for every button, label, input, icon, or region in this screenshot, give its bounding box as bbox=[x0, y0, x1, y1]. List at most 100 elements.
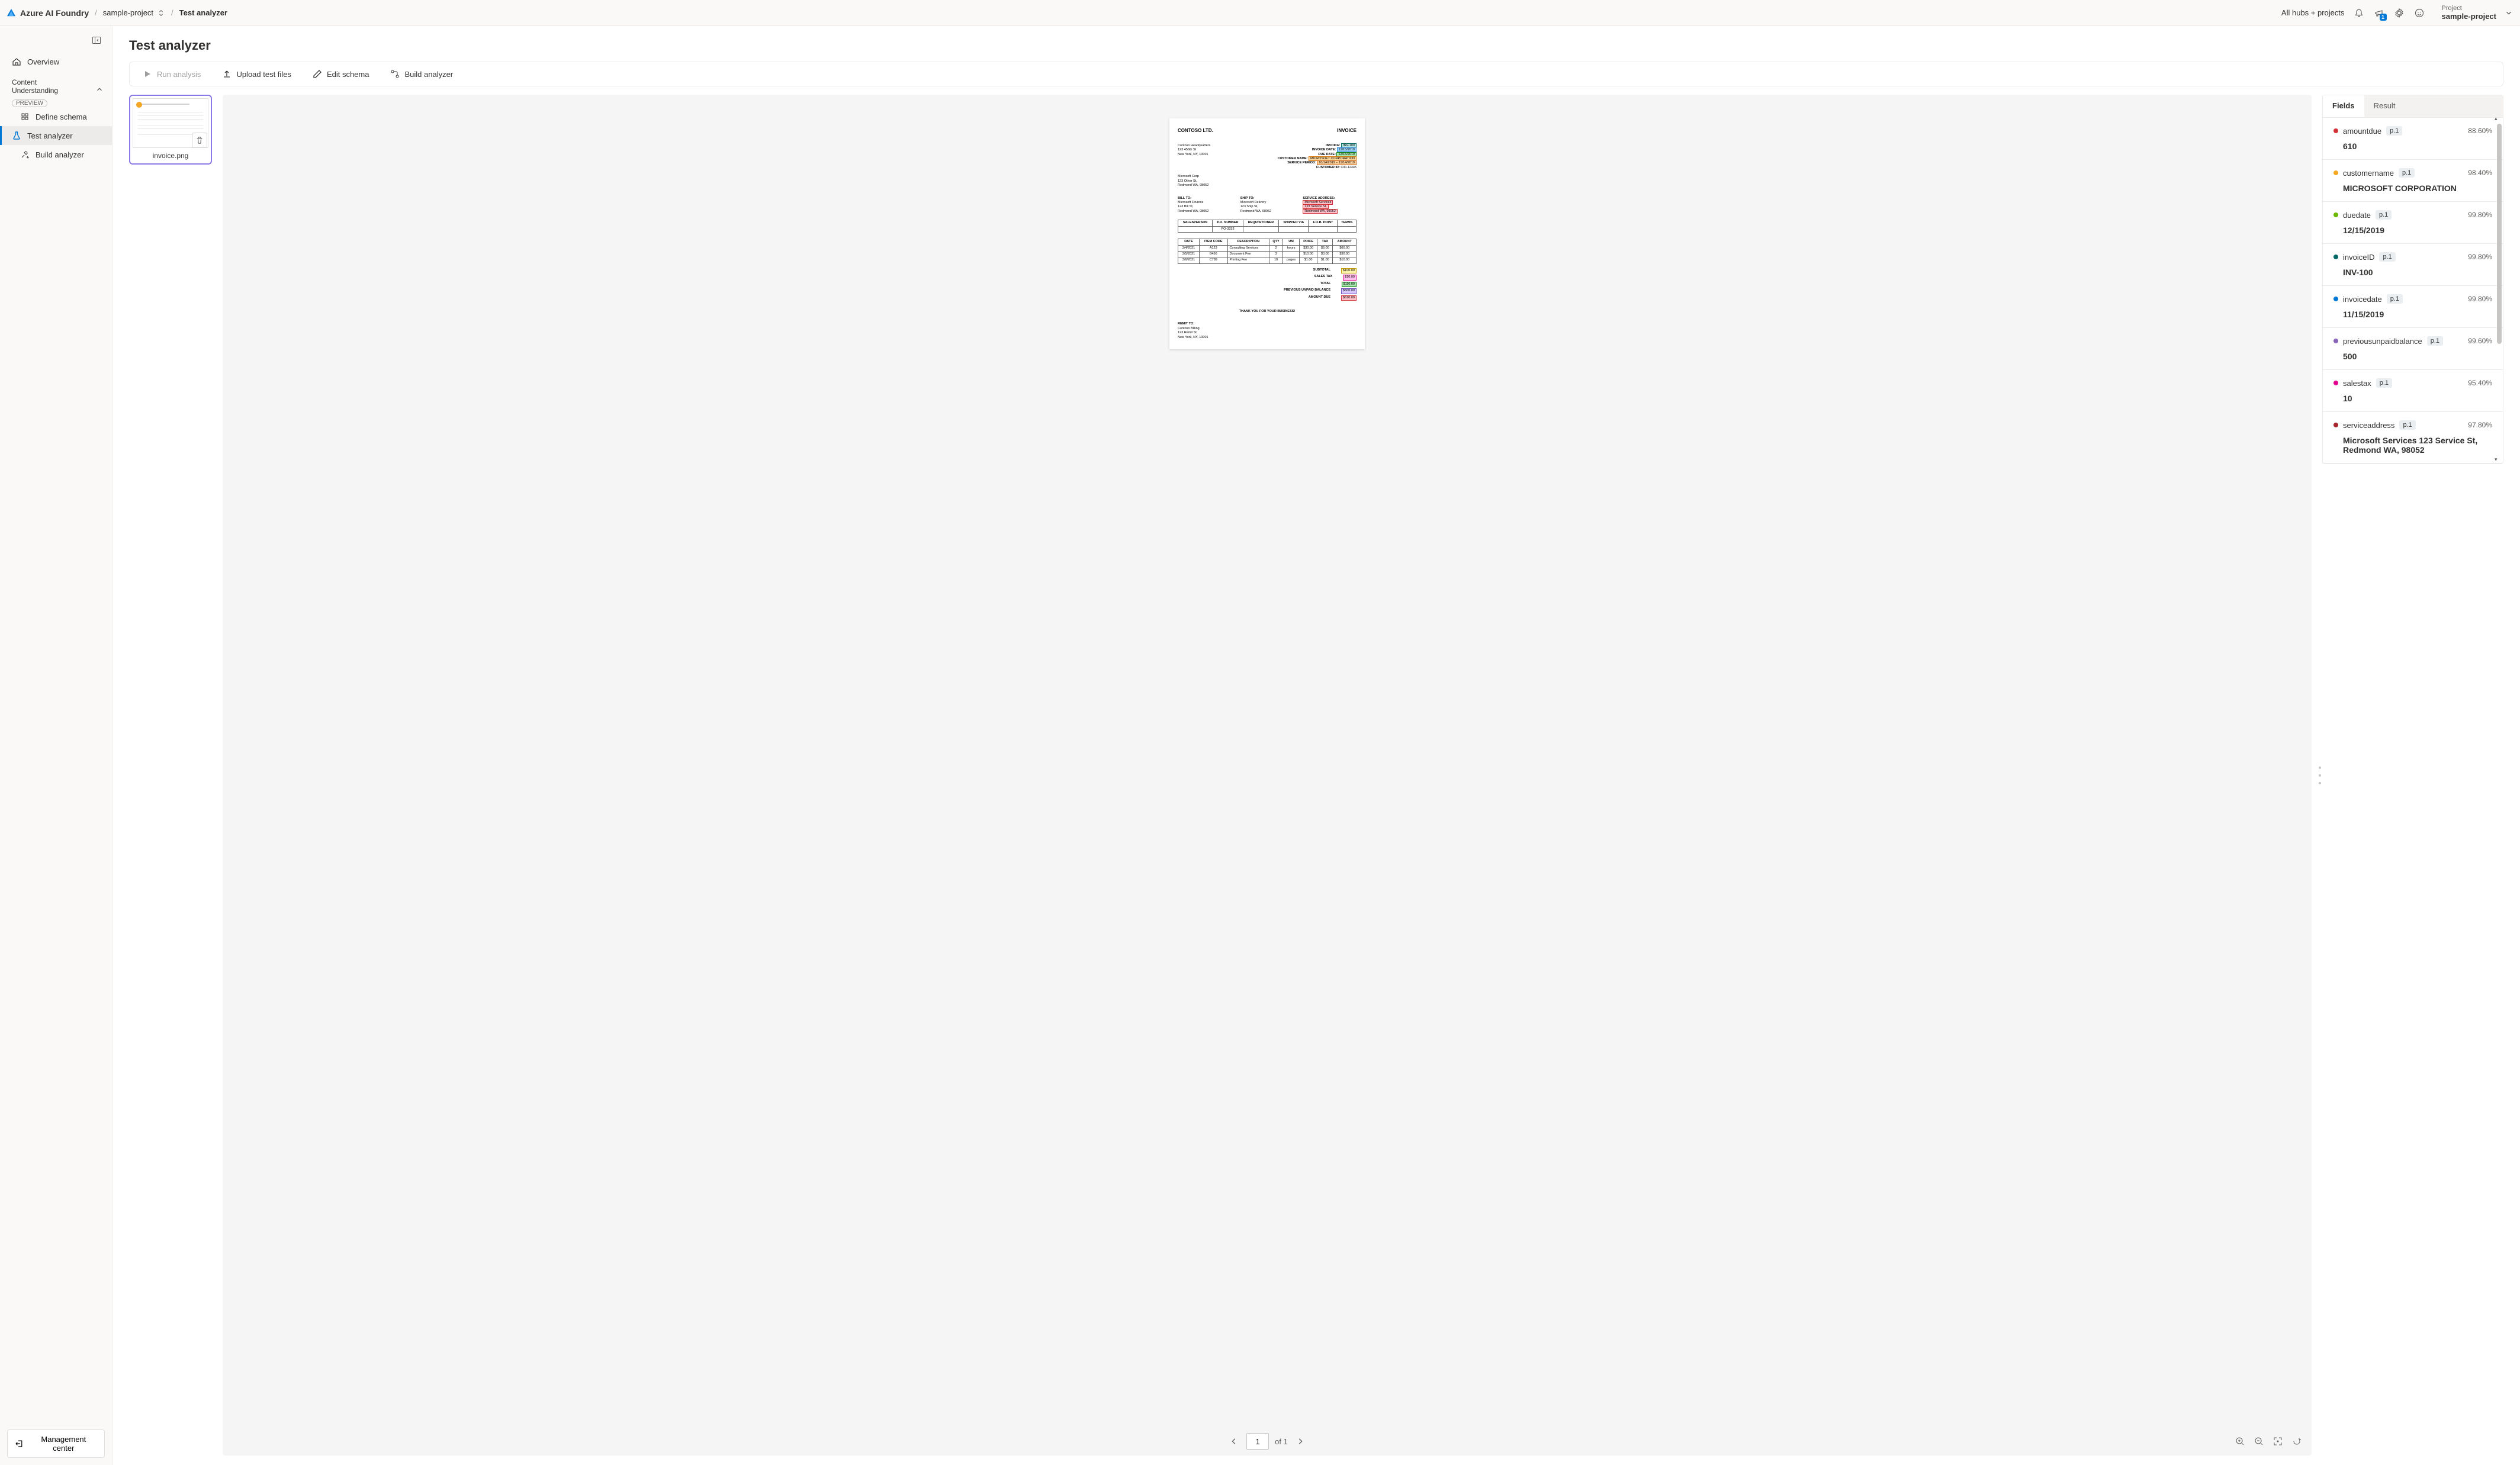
tab-result[interactable]: Result bbox=[2364, 95, 2405, 117]
sidebar-item-define-schema[interactable]: Define schema bbox=[0, 107, 112, 126]
azure-foundry-icon bbox=[7, 9, 15, 17]
scroll-down-arrow[interactable]: ▾ bbox=[2495, 456, 2500, 462]
brand[interactable]: Azure AI Foundry bbox=[7, 8, 89, 18]
field-name: amountdue bbox=[2343, 127, 2381, 136]
field-item[interactable]: serviceaddress p.1 97.80% Microsoft Serv… bbox=[2323, 412, 2503, 463]
field-confidence: 98.40% bbox=[2468, 169, 2492, 177]
field-confidence: 88.60% bbox=[2468, 127, 2492, 135]
schema-icon bbox=[20, 112, 30, 121]
document-canvas[interactable]: CONTOSO LTD. INVOICE Contoso Headquarter… bbox=[223, 95, 2312, 1427]
thumbnail-list: invoice.png bbox=[129, 95, 212, 1456]
field-confidence: 99.60% bbox=[2468, 337, 2492, 345]
brand-label: Azure AI Foundry bbox=[20, 8, 89, 18]
announcements-button[interactable]: 1 bbox=[2373, 7, 2385, 19]
field-name: salestax bbox=[2343, 379, 2371, 388]
field-list[interactable]: amountdue p.1 88.60% 610 customername p.… bbox=[2323, 118, 2503, 463]
tab-fields[interactable]: Fields bbox=[2323, 95, 2364, 117]
field-page-badge: p.1 bbox=[2399, 168, 2415, 178]
field-item[interactable]: duedate p.1 99.80% 12/15/2019 bbox=[2323, 202, 2503, 244]
chevron-right-icon bbox=[1296, 1437, 1304, 1445]
field-value: 12/15/2019 bbox=[2343, 226, 2492, 235]
field-value: 500 bbox=[2343, 352, 2492, 361]
fit-button[interactable] bbox=[2271, 1435, 2284, 1448]
all-hubs-link[interactable]: All hubs + projects bbox=[2281, 8, 2345, 17]
sidebar-section-content-understanding[interactable]: Content Understanding PREVIEW bbox=[0, 71, 112, 107]
chevron-up-icon bbox=[95, 85, 104, 94]
run-analysis-button: Run analysis bbox=[139, 67, 204, 81]
field-value: MICROSOFT CORPORATION bbox=[2343, 183, 2492, 193]
rotate-button[interactable] bbox=[2290, 1435, 2303, 1448]
field-item[interactable]: previousunpaidbalance p.1 99.60% 500 bbox=[2323, 328, 2503, 370]
field-color-dot bbox=[2333, 381, 2338, 385]
zoom-in-button[interactable] bbox=[2233, 1435, 2246, 1448]
thumbnail-item[interactable]: invoice.png bbox=[129, 95, 212, 165]
zoom-out-button[interactable] bbox=[2252, 1435, 2265, 1448]
build-analyzer-label: Build analyzer bbox=[404, 70, 453, 79]
zoom-out-icon bbox=[2254, 1437, 2264, 1446]
results-panel: Fields Result amountdue p.1 88.60% 610 c… bbox=[2322, 95, 2503, 464]
field-color-dot bbox=[2333, 255, 2338, 259]
sidebar-item-overview[interactable]: Overview bbox=[0, 52, 112, 71]
field-confidence: 95.40% bbox=[2468, 379, 2492, 387]
breadcrumb-project[interactable]: sample-project bbox=[103, 8, 165, 17]
notifications-button[interactable] bbox=[2353, 7, 2365, 19]
field-item[interactable]: invoiceID p.1 99.80% INV-100 bbox=[2323, 244, 2503, 286]
edit-schema-button[interactable]: Edit schema bbox=[309, 67, 373, 81]
page-number-input[interactable] bbox=[1246, 1433, 1269, 1450]
next-page-button[interactable] bbox=[1294, 1435, 1307, 1448]
scrollbar-thumb[interactable] bbox=[2497, 124, 2502, 344]
exit-icon bbox=[15, 1439, 24, 1448]
field-item[interactable]: salestax p.1 95.40% 10 bbox=[2323, 370, 2503, 412]
zoom-in-icon bbox=[2235, 1437, 2245, 1446]
field-value: Microsoft Services 123 Service St, Redmo… bbox=[2343, 436, 2492, 455]
field-color-dot bbox=[2333, 423, 2338, 427]
preview-footer: of 1 bbox=[223, 1427, 2312, 1456]
collapse-sidebar-button[interactable] bbox=[91, 34, 102, 46]
bell-icon bbox=[2354, 8, 2364, 18]
toolbar: Run analysis Upload test files Edit sche… bbox=[129, 62, 2503, 86]
trash-icon bbox=[195, 136, 204, 144]
prev-page-button[interactable] bbox=[1227, 1435, 1240, 1448]
scrollbar-track[interactable]: ▴ ▾ bbox=[2496, 117, 2502, 461]
results-tabs: Fields Result bbox=[2323, 95, 2503, 118]
scroll-up-arrow[interactable]: ▴ bbox=[2495, 115, 2500, 121]
invoice-document: CONTOSO LTD. INVOICE Contoso Headquarter… bbox=[1169, 118, 1365, 349]
thumbnail-delete-button[interactable] bbox=[192, 133, 207, 148]
section-subtitle: Understanding bbox=[0, 86, 68, 97]
field-page-badge: p.1 bbox=[2387, 294, 2403, 304]
field-page-badge: p.1 bbox=[2376, 210, 2392, 220]
project-switcher[interactable]: Project sample-project bbox=[2434, 5, 2513, 21]
top-bar: Azure AI Foundry / sample-project / Test… bbox=[0, 0, 2520, 26]
thumbnail-caption: invoice.png bbox=[133, 148, 208, 161]
upload-test-files-button[interactable]: Upload test files bbox=[218, 67, 295, 81]
sidebar-item-label: Overview bbox=[27, 57, 59, 66]
field-value: 10 bbox=[2343, 394, 2492, 403]
feedback-button[interactable] bbox=[2413, 7, 2425, 19]
field-color-dot bbox=[2333, 212, 2338, 217]
announcements-badge: 1 bbox=[2380, 14, 2387, 21]
management-center-button[interactable]: Management center bbox=[7, 1429, 105, 1458]
build-analyzer-button[interactable]: Build analyzer bbox=[387, 67, 457, 81]
sidebar-item-build-analyzer[interactable]: Build analyzer bbox=[0, 145, 112, 164]
settings-button[interactable] bbox=[2393, 7, 2405, 19]
page-title: Test analyzer bbox=[112, 26, 2520, 62]
field-name: invoiceID bbox=[2343, 253, 2374, 262]
field-color-dot bbox=[2333, 128, 2338, 133]
field-page-badge: p.1 bbox=[2399, 420, 2415, 430]
field-name: invoicedate bbox=[2343, 295, 2382, 304]
panel-collapse-icon bbox=[92, 36, 101, 45]
field-page-badge: p.1 bbox=[2379, 252, 2395, 262]
upload-label: Upload test files bbox=[236, 70, 291, 79]
field-item[interactable]: invoicedate p.1 99.80% 11/15/2019 bbox=[2323, 286, 2503, 328]
field-item[interactable]: amountdue p.1 88.60% 610 bbox=[2323, 118, 2503, 160]
field-name: serviceaddress bbox=[2343, 421, 2394, 430]
field-color-dot bbox=[2333, 339, 2338, 343]
resize-handle[interactable] bbox=[2319, 767, 2321, 784]
field-name: customername bbox=[2343, 169, 2394, 178]
field-confidence: 99.80% bbox=[2468, 211, 2492, 219]
sidebar-item-test-analyzer[interactable]: Test analyzer bbox=[0, 126, 112, 145]
field-color-dot bbox=[2333, 170, 2338, 175]
field-item[interactable]: customername p.1 98.40% MICROSOFT CORPOR… bbox=[2323, 160, 2503, 202]
beaker-icon bbox=[12, 131, 21, 140]
field-name: previousunpaidbalance bbox=[2343, 337, 2422, 346]
